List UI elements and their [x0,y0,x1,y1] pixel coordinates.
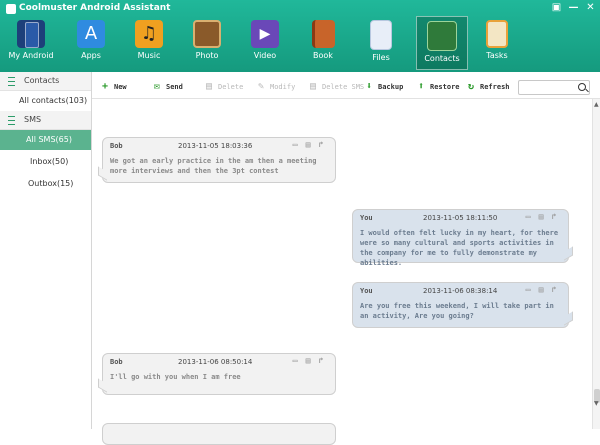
restore-window-button[interactable]: ▣ [551,2,562,13]
sidebar-item-outbox[interactable]: Outbox(15) [0,174,91,194]
nav-photo[interactable]: Photo [182,16,232,68]
minimize-button[interactable]: — [568,2,579,13]
message-text: Are you free this weekend, I will take p… [360,302,554,320]
message-text: We got an early practice in the am then … [110,157,317,175]
search-icon[interactable] [578,83,586,91]
nav-book[interactable]: Book [298,16,348,68]
scroll-up-icon[interactable]: ▲ [594,101,599,108]
message-list-scrollbar[interactable]: ▲ ▼ [592,99,600,429]
nav-files[interactable]: Files [356,16,406,68]
sms-message-list[interactable]: Bob 2013-11-05 18:03:36 ▭ ▤ ↱ We got an … [92,99,592,445]
new-button[interactable]: + New [102,81,127,93]
trash-icon: ▤ [206,81,213,92]
refresh-button[interactable]: ↻ Refresh [468,81,510,93]
send-button[interactable]: ✉ Send [154,81,183,93]
nav-video[interactable]: ▶ Video [240,16,290,68]
message-time: 2013-11-05 18:11:50 [423,214,498,222]
pencil-icon: ✎ [258,81,265,92]
message-actions: ▭ ▤ ↱ [524,213,558,221]
message-sender: Bob [110,142,123,150]
forward-icon[interactable]: ↱ [317,357,325,365]
message-sender: You [360,214,373,222]
close-button[interactable]: ✕ [585,2,596,13]
trash-icon: ▤ [310,81,317,92]
message-sender: Bob [110,358,123,366]
delete-sms-button[interactable]: ▤ Delete SMS [310,81,364,93]
book-icon [311,20,335,48]
nav-apps[interactable]: A Apps [66,16,116,68]
left-sidebar: Contacts All contacts(103) SMS All SMS(6… [0,72,92,429]
message-bubble[interactable]: You 2013-11-05 18:11:50 ▭ ▤ ↱ I would of… [352,209,573,267]
nav-my-android[interactable]: My Android [6,16,56,68]
list-icon [8,77,15,86]
reply-icon[interactable]: ▭ [524,286,532,294]
trash-icon[interactable]: ▤ [304,357,312,365]
download-arrow-icon: ⬇ [366,81,373,92]
message-sender: You [360,287,373,295]
reply-icon[interactable]: ▭ [291,141,299,149]
reply-icon[interactable]: ▭ [524,213,532,221]
forward-icon[interactable]: ↱ [550,286,558,294]
reply-icon[interactable]: ▭ [291,357,299,365]
main-nav: My Android A Apps ♫ Music Photo ▶ Video … [6,16,526,70]
contacts-section-header[interactable]: Contacts [0,72,91,91]
trash-icon[interactable]: ▤ [304,141,312,149]
message-bubble[interactable]: Bob 2013-11-05 18:03:36 ▭ ▤ ↱ We got an … [98,137,336,183]
message-text: I'll go with you when I am free [110,373,241,381]
window-controls: ▣ — ✕ [551,2,596,13]
message-time: 2013-11-06 08:38:14 [423,287,498,295]
message-time: 2013-11-06 08:50:14 [178,358,253,366]
list-icon [8,116,15,125]
music-icon: ♫ [135,20,163,48]
message-actions: ▭ ▤ ↱ [291,357,325,365]
tasks-icon [486,20,508,48]
message-bubble[interactable]: You 2013-11-06 08:38:14 ▭ ▤ ↱ Are you fr… [352,282,573,328]
toolbar: + New ✉ Send ▤ Delete ✎ Modify ▤ Delete … [92,76,600,99]
phone-icon [17,20,45,48]
app-header: Coolmuster Android Assistant ▣ — ✕ My An… [0,0,600,72]
sidebar-item-inbox[interactable]: Inbox(50) [0,152,91,172]
forward-icon[interactable]: ↱ [317,141,325,149]
plus-icon: + [102,81,109,92]
photo-icon [193,20,221,48]
forward-icon[interactable]: ↱ [550,213,558,221]
sms-section-header[interactable]: SMS [0,111,91,130]
delete-button[interactable]: ▤ Delete [206,81,243,93]
upload-arrow-icon: ⬆ [418,81,425,92]
app-title: Coolmuster Android Assistant [19,3,171,13]
scroll-down-icon[interactable]: ▼ [594,400,599,407]
refresh-icon: ↻ [468,81,475,92]
backup-button[interactable]: ⬇ Backup [366,81,403,93]
send-icon: ✉ [154,81,161,92]
sidebar-item-all-contacts[interactable]: All contacts(103) [0,91,91,111]
trash-icon[interactable]: ▤ [537,213,545,221]
sidebar-item-all-sms[interactable]: All SMS(65) [0,130,91,150]
trash-icon[interactable]: ▤ [537,286,545,294]
message-bubble[interactable]: Bob 2013-11-06 08:50:14 ▭ ▤ ↱ I'll go wi… [98,353,336,395]
nav-tasks[interactable]: Tasks [472,16,522,68]
appstore-icon: A [77,20,105,48]
message-actions: ▭ ▤ ↱ [524,286,558,294]
contacts-icon [427,21,457,51]
modify-button[interactable]: ✎ Modify [258,81,295,93]
message-text: I would often felt lucky in my heart, fo… [360,229,559,267]
message-time: 2013-11-05 18:03:36 [178,142,253,150]
message-bubble-partial[interactable] [102,423,336,445]
video-icon: ▶ [251,20,279,48]
nav-contacts[interactable]: Contacts [416,16,468,70]
files-icon [370,20,392,50]
search-input[interactable] [518,80,590,95]
message-actions: ▭ ▤ ↱ [291,141,325,149]
nav-music[interactable]: ♫ Music [124,16,174,68]
restore-button[interactable]: ⬆ Restore [418,81,460,93]
